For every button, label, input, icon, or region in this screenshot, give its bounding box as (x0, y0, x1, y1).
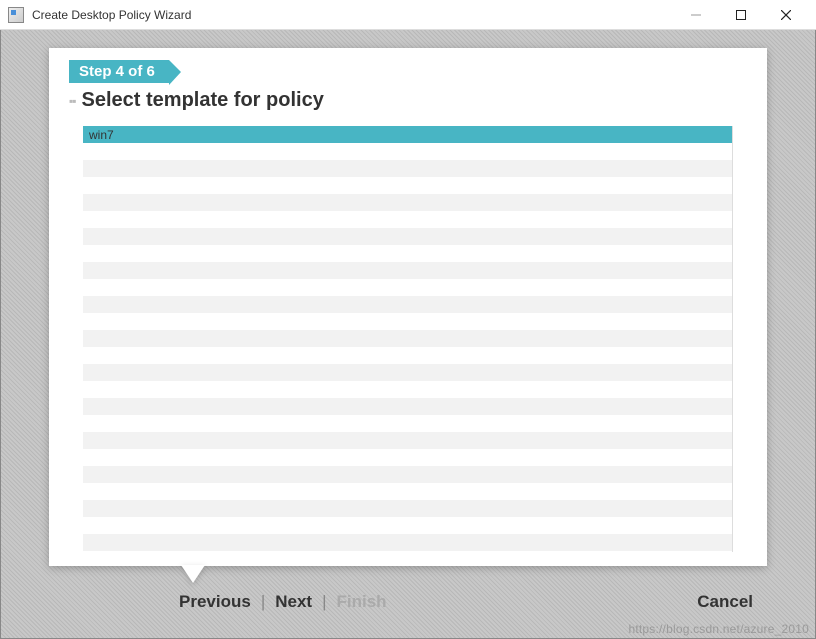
step-badge: Step 4 of 6 (69, 60, 169, 83)
watermark: https://blog.csdn.net/azure_2010 (628, 622, 809, 636)
wizard-body: Step 4 of 6 ▪▪ Select template for polic… (0, 30, 816, 639)
finish-button: Finish (337, 592, 387, 612)
app-icon (8, 7, 24, 23)
list-item[interactable] (83, 415, 732, 432)
list-item[interactable] (83, 211, 732, 228)
list-item[interactable] (83, 160, 732, 177)
list-item[interactable] (83, 177, 732, 194)
list-item[interactable] (83, 228, 732, 245)
step-title-icon: ▪▪ (69, 94, 76, 108)
list-item[interactable] (83, 449, 732, 466)
list-item[interactable] (83, 381, 732, 398)
wizard-panel: Step 4 of 6 ▪▪ Select template for polic… (49, 48, 767, 566)
list-item[interactable] (83, 466, 732, 483)
step-title: Select template for policy (82, 89, 324, 112)
list-item[interactable] (83, 398, 732, 415)
list-item[interactable] (83, 330, 732, 347)
list-item[interactable] (83, 364, 732, 381)
step-title-row: ▪▪ Select template for policy (49, 89, 767, 112)
nav-separator: | (261, 592, 265, 612)
list-item[interactable] (83, 500, 732, 517)
list-item[interactable] (83, 347, 732, 364)
wizard-nav: Previous | Next | Finish Cancel (49, 584, 767, 620)
panel-pointer (181, 565, 205, 583)
list-item[interactable] (83, 296, 732, 313)
list-item[interactable] (83, 534, 732, 551)
cancel-button[interactable]: Cancel (697, 592, 767, 612)
minimize-button[interactable] (673, 1, 718, 29)
list-item[interactable] (83, 245, 732, 262)
nav-separator: | (322, 592, 326, 612)
list-item[interactable] (83, 279, 732, 296)
next-button[interactable]: Next (275, 592, 312, 612)
window-controls (673, 1, 808, 29)
list-item[interactable] (83, 313, 732, 330)
maximize-button[interactable] (718, 1, 763, 29)
list-item[interactable] (83, 194, 732, 211)
list-item[interactable]: win7 (83, 126, 732, 143)
template-list[interactable]: win7 (83, 126, 733, 552)
window-title: Create Desktop Policy Wizard (32, 8, 673, 22)
list-item[interactable] (83, 483, 732, 500)
list-item[interactable] (83, 143, 732, 160)
previous-button[interactable]: Previous (179, 592, 251, 612)
list-item[interactable] (83, 517, 732, 534)
title-bar: Create Desktop Policy Wizard (0, 0, 816, 30)
close-button[interactable] (763, 1, 808, 29)
list-item[interactable] (83, 262, 732, 279)
list-item[interactable] (83, 432, 732, 449)
